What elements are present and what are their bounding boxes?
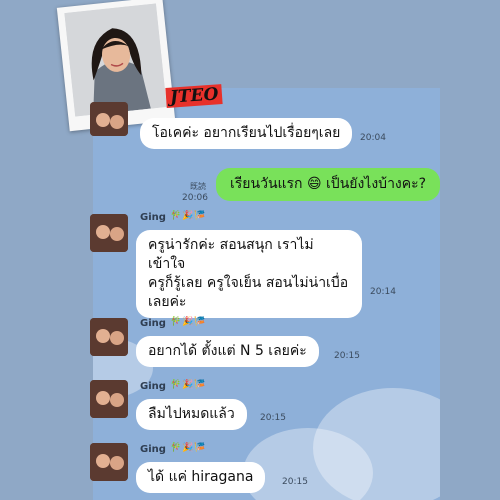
brand-logo: JTEO [165, 84, 224, 108]
name-stickers: 🎋🎉🎏 [170, 380, 207, 390]
avatar[interactable] [90, 214, 128, 252]
sender-name: Ging [140, 381, 166, 392]
message-bubble[interactable]: โอเคค่ะ อยากเรียนไปเรื่อยๆเลย [140, 118, 353, 149]
message-time: 20:04 [360, 133, 386, 143]
name-stickers: 🎋🎉🎏 [170, 317, 207, 327]
name-stickers: 🎋🎉🎏 [170, 443, 207, 453]
sender-name: Ging [140, 318, 166, 329]
sender-name: Ging [140, 212, 166, 223]
message-time: 20:06 [182, 193, 208, 203]
avatar-image [90, 214, 128, 252]
message-time: 20:15 [334, 351, 360, 361]
name-stickers: 🎋🎉🎏 [170, 211, 207, 221]
message-bubble[interactable]: ลืมไปหมดแล้ว [136, 399, 247, 430]
avatar[interactable] [90, 443, 128, 481]
person-illustration [64, 3, 167, 117]
avatar-image [90, 380, 128, 418]
avatar[interactable] [90, 380, 128, 418]
message-bubble[interactable]: อยากได้ ตั้งแต่ N 5 เลยค่ะ [136, 336, 319, 367]
sender-name: Ging [140, 444, 166, 455]
message-bubble[interactable]: ครูน่ารักค่ะ สอนสนุก เราไม่เข้าใจ ครูก็ร… [136, 230, 362, 318]
message-bubble-outgoing[interactable]: เรียนวันแรก 😄 เป็นยังไงบ้างคะ? [216, 168, 441, 201]
avatar[interactable] [90, 102, 128, 136]
profile-photo-image [64, 3, 167, 117]
message-time: 20:15 [260, 413, 286, 423]
avatar-image [90, 102, 128, 136]
message-bubble[interactable]: ได้ แค่ hiragana [136, 462, 266, 493]
read-receipt: 既読 [190, 182, 206, 191]
avatar[interactable] [90, 318, 128, 356]
message-time: 20:14 [370, 287, 396, 297]
message-time: 20:15 [282, 477, 308, 487]
avatar-image [90, 443, 128, 481]
avatar-image [90, 318, 128, 356]
